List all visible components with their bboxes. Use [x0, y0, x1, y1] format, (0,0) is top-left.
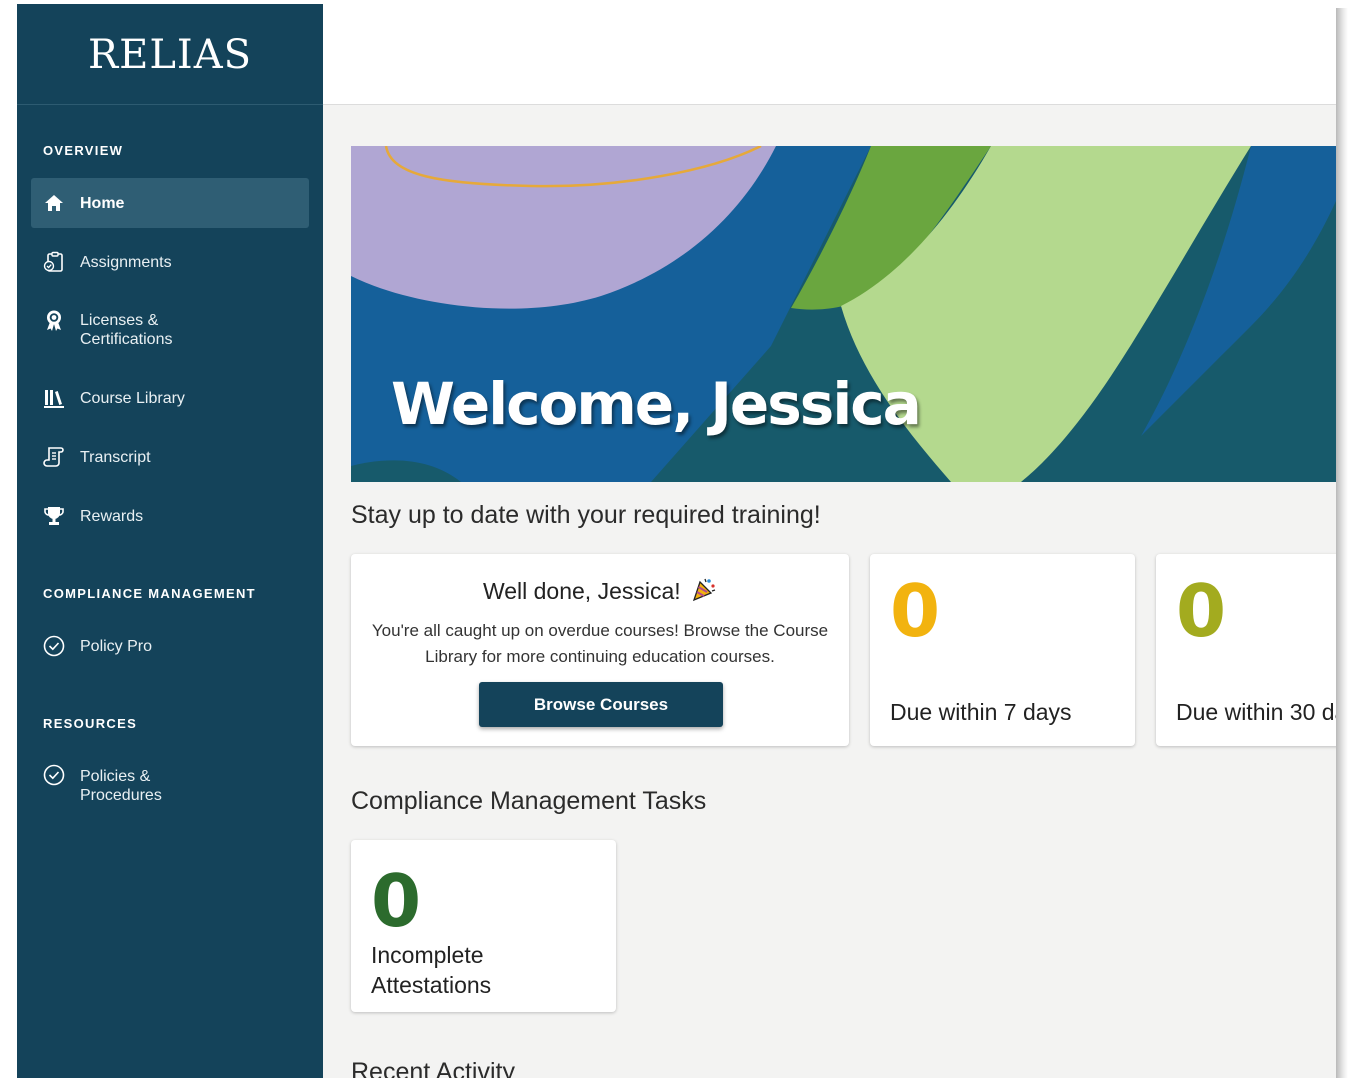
trophy-icon [43, 505, 65, 527]
clipboard-check-icon [43, 251, 65, 273]
scroll-icon [43, 446, 65, 468]
check-circle-icon [43, 635, 65, 657]
sidebar-item-policy-pro[interactable]: Policy Pro [31, 621, 309, 671]
sidebar-item-label: Assignments [80, 253, 172, 271]
sidebar-item-transcript[interactable]: Transcript [31, 432, 309, 482]
sidebar-item-label: Rewards [80, 507, 144, 525]
party-popper-icon [691, 576, 717, 608]
home-icon [43, 192, 65, 214]
sidebar-item-label: Licenses & Certifications [80, 312, 173, 348]
books-icon [43, 387, 65, 409]
due-7-days-count: 0 [890, 569, 941, 653]
sidebar-item-label: Transcript [80, 448, 151, 466]
section-title-resources: RESOURCES [43, 716, 138, 731]
due-7-days-card[interactable]: 0 Due within 7 days [870, 554, 1135, 746]
sidebar-item-home[interactable]: Home [31, 178, 309, 228]
recent-activity-heading: Recent Activity [351, 1058, 515, 1078]
logo-text: RELIAS [88, 32, 252, 78]
welcome-heading: Welcome, Jessica [391, 370, 922, 438]
check-circle-icon [43, 764, 65, 786]
welcome-banner: Welcome, Jessica [351, 146, 1336, 482]
sidebar-item-label: Policies & Procedures [80, 768, 162, 804]
sidebar-item-label: Home [80, 194, 125, 212]
incomplete-attestations-label: Incomplete Attestations [371, 942, 492, 998]
top-bar [323, 4, 1336, 105]
well-done-title: Well done, Jessica! [482, 578, 681, 604]
app-window: RELIAS OVERVIEW Home Assignments License… [17, 4, 1336, 1078]
sidebar-item-policies-procedures[interactable]: Policies & Procedures [31, 758, 309, 814]
sidebar-item-label: Policy Pro [80, 637, 153, 655]
sidebar-item-label: Course Library [80, 389, 185, 407]
sidebar-item-rewards[interactable]: Rewards [31, 491, 309, 541]
sidebar-item-course-library[interactable]: Course Library [31, 373, 309, 423]
well-done-title-row: Well done, Jessica! [351, 576, 849, 608]
due-30-days-label: Due within 30 days [1176, 699, 1336, 725]
window-edge-shadow [1336, 8, 1348, 1078]
browse-courses-button[interactable]: Browse Courses [479, 682, 723, 727]
due-30-days-count: 0 [1176, 569, 1227, 653]
training-heading: Stay up to date with your required train… [351, 501, 821, 529]
sidebar-item-assignments[interactable]: Assignments [31, 237, 309, 287]
award-ribbon-icon [43, 309, 65, 331]
well-done-card: Well done, Jessica! You're all caught up… [351, 554, 849, 746]
section-title-overview: OVERVIEW [43, 143, 124, 158]
logo[interactable]: RELIAS [17, 4, 323, 105]
compliance-heading: Compliance Management Tasks [351, 787, 707, 815]
sidebar: RELIAS OVERVIEW Home Assignments License… [17, 4, 323, 1078]
incomplete-attestations-card[interactable]: 0 Incomplete Attestations [351, 840, 616, 1012]
incomplete-attestations-count: 0 [371, 859, 422, 943]
sidebar-item-licenses[interactable]: Licenses & Certifications [31, 302, 309, 358]
well-done-message: You're all caught up on overdue courses!… [371, 621, 829, 666]
due-30-days-card[interactable]: 0 Due within 30 days [1156, 554, 1336, 746]
section-title-compliance: COMPLIANCE MANAGEMENT [43, 586, 256, 601]
due-7-days-label: Due within 7 days [890, 699, 1072, 725]
